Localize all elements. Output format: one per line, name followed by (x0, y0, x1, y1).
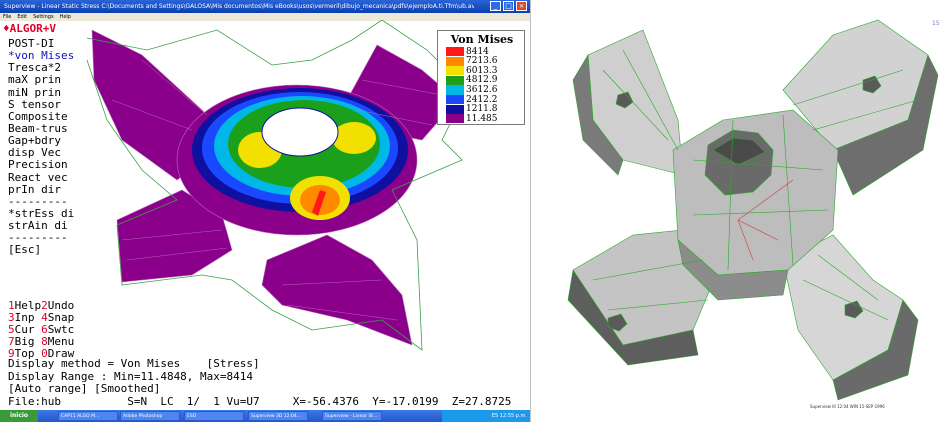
title-bar: Superview - Linear Static Stress C:\Docu… (0, 0, 530, 13)
status-panel: Display method = Von Mises [Stress] Displ… (8, 357, 528, 408)
model-arm-bottom (261, 234, 413, 346)
superview-window: Superview - Linear Static Stress C:\Docu… (0, 0, 531, 422)
command-menu: POST-DI *von Mises Tresca*2 maX prin miN pri… (8, 37, 80, 257)
legend-value: 1211.8 (466, 104, 498, 115)
command-menu-item[interactable]: React vec (8, 171, 80, 184)
model-hole (261, 107, 339, 157)
legend-value: 2412.2 (466, 94, 498, 105)
taskbar-task[interactable]: Superview - Linear St... (322, 411, 382, 421)
stress-model (86, 20, 468, 351)
system-tray-clock: ES 12:55 p.m. (442, 410, 530, 422)
taskbar: inicio CAP11 ALGO M... Adobe Photoshop ESO… (0, 410, 530, 422)
status-line: Display method = Von Mises [Stress] (8, 357, 260, 370)
legend-swatch (446, 114, 464, 124)
legend-value: 8414 (466, 46, 489, 57)
legend-value: 3612.6 (466, 84, 498, 95)
status-line: [Auto range] [Smoothed] (8, 382, 161, 395)
maximize-button[interactable]: □ (503, 1, 514, 11)
menu-edit[interactable]: Edit (17, 13, 27, 21)
close-button[interactable]: × (516, 1, 527, 11)
legend-title: Von Mises (450, 33, 514, 46)
stress-legend: Von Mises 8414 7213.6 6013.3 4812.9 3612.6 24… (437, 30, 525, 125)
status-line: File:hub S=N LC 1/ 1 Vu=U7 X=-56.4376 Y=… (8, 394, 512, 408)
command-menu-item[interactable]: miN prin (8, 86, 80, 99)
render-caption: Superview III 12:04 WIN 15-SEP-1996 (810, 404, 885, 409)
legend-swatch (446, 95, 464, 105)
legend-swatch (446, 104, 464, 114)
legend-swatch (446, 47, 464, 57)
legend-value: 4812.9 (466, 75, 498, 86)
taskbar-task[interactable]: Superview 3D 12:04... (248, 411, 308, 421)
legend-value: 7213.6 (466, 56, 498, 67)
part-render (533, 0, 947, 422)
legend-value: 6013.3 (466, 65, 498, 76)
corner-label: 15 (932, 20, 940, 27)
legend-swatch (446, 75, 464, 86)
legend-swatch (446, 56, 464, 66)
window-title: Superview - Linear Static Stress C:\Docu… (4, 3, 474, 10)
legend-swatch (446, 66, 464, 76)
menu-help[interactable]: Help (60, 13, 71, 21)
function-keys: 1Help2Undo 3Inp 4Snap 5Cur 6Swtc 7Big 8Menu… (8, 300, 82, 360)
diamond-icon: ♦ (3, 22, 10, 35)
stress-band-yellow-right (332, 122, 376, 154)
command-menu-item[interactable]: Precision (8, 159, 80, 171)
brand: ♦ALGOR+V (3, 22, 56, 35)
menu-file[interactable]: File (3, 13, 11, 21)
start-button[interactable]: inicio (0, 410, 38, 422)
legend-value: 11.485 (466, 113, 498, 124)
minimize-button[interactable]: _ (490, 1, 501, 11)
command-menu-item[interactable]: [Esc] (8, 244, 80, 256)
command-menu-item[interactable]: prIn dir (8, 183, 80, 196)
menu-settings[interactable]: Settings (33, 13, 54, 21)
part-model (567, 19, 939, 401)
brand-label: ALGOR+V (9, 22, 56, 35)
taskbar-task[interactable]: ESO (184, 411, 244, 421)
taskbar-task[interactable]: Adobe Photoshop (120, 411, 180, 421)
taskbar-task[interactable]: CAP11 ALGO M... (58, 411, 118, 421)
legend-swatch (446, 85, 464, 95)
command-menu-item[interactable]: maX prin (8, 74, 80, 86)
